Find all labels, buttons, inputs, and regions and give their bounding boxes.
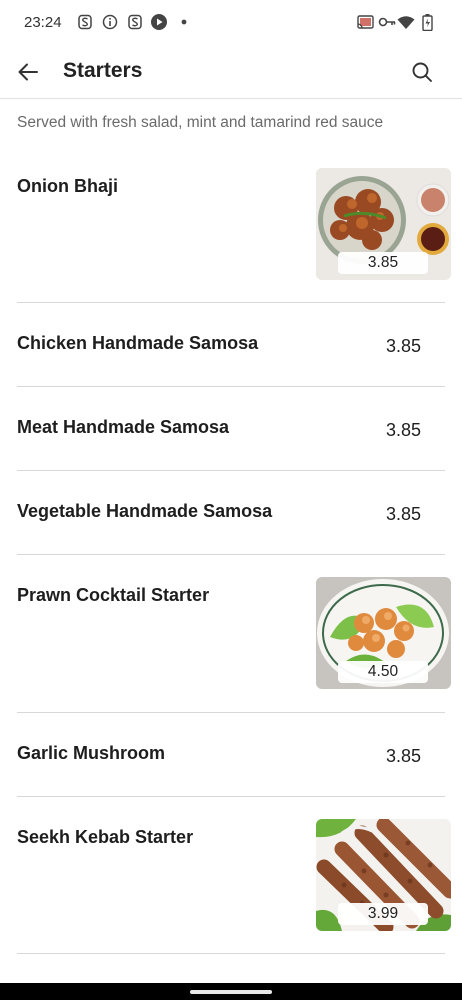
item-price: 3.85 [385, 746, 421, 766]
menu-item-onion-bhaji[interactable]: Onion Bhaji 3.85 [17, 168, 451, 303]
item-name: Meat Handmade Samosa [17, 417, 230, 437]
price-badge: 3.99 [338, 903, 428, 925]
home-indicator[interactable] [190, 990, 272, 994]
search-button[interactable] [408, 58, 436, 86]
system-navigation-bar [0, 983, 462, 1000]
vpn-key-icon [378, 13, 396, 31]
category-description: Served with fresh salad, mint and tamari… [17, 114, 384, 131]
item-name: Seekh Kebab Starter [17, 827, 194, 847]
menu-item-chicken-samosa[interactable]: Chicken Handmade Samosa 3.85 [17, 303, 445, 387]
item-name: Garlic Mushroom [17, 743, 166, 763]
seekh-kebab-photo: 3.99 [316, 819, 451, 931]
arrow-left-icon [16, 60, 40, 84]
menu-item-garlic-mushroom[interactable]: Garlic Mushroom 3.85 [17, 713, 445, 797]
info-icon [101, 13, 119, 31]
item-name: Vegetable Handmade Samosa [17, 501, 273, 521]
prawn-photo: 4.50 [316, 577, 451, 689]
battery-icon [418, 13, 436, 31]
menu-item-seekh-kebab[interactable]: Seekh Kebab Starter 3.99 [17, 797, 451, 954]
item-price: 3.85 [385, 504, 421, 524]
menu-item-prawn-cocktail[interactable]: Prawn Cocktail Starter 4.50 [17, 555, 451, 713]
item-price: 3.85 [385, 336, 421, 356]
cast-icon [356, 13, 374, 31]
item-name: Chicken Handmade Samosa [17, 333, 259, 353]
dot-icon [175, 13, 193, 31]
onion-bhaji-photo: 3.85 [316, 168, 451, 280]
search-icon [411, 61, 433, 83]
back-button[interactable] [14, 58, 42, 86]
item-name: Onion Bhaji [17, 176, 118, 196]
wifi-icon [397, 13, 415, 31]
app-bar: Starters [0, 46, 462, 99]
status-bar: 23:24 [0, 0, 462, 46]
price-badge: 4.50 [338, 661, 428, 683]
s-app-icon [126, 13, 144, 31]
menu-item-meat-samosa[interactable]: Meat Handmade Samosa 3.85 [17, 387, 445, 471]
item-name: Prawn Cocktail Starter [17, 585, 210, 605]
status-time: 23:24 [24, 14, 62, 31]
page-title: Starters [63, 59, 143, 82]
menu-item-vegetable-samosa[interactable]: Vegetable Handmade Samosa 3.85 [17, 471, 445, 555]
item-price: 3.85 [385, 420, 421, 440]
media-icon [150, 13, 168, 31]
price-badge: 3.85 [338, 252, 428, 274]
s-app-icon [76, 13, 94, 31]
